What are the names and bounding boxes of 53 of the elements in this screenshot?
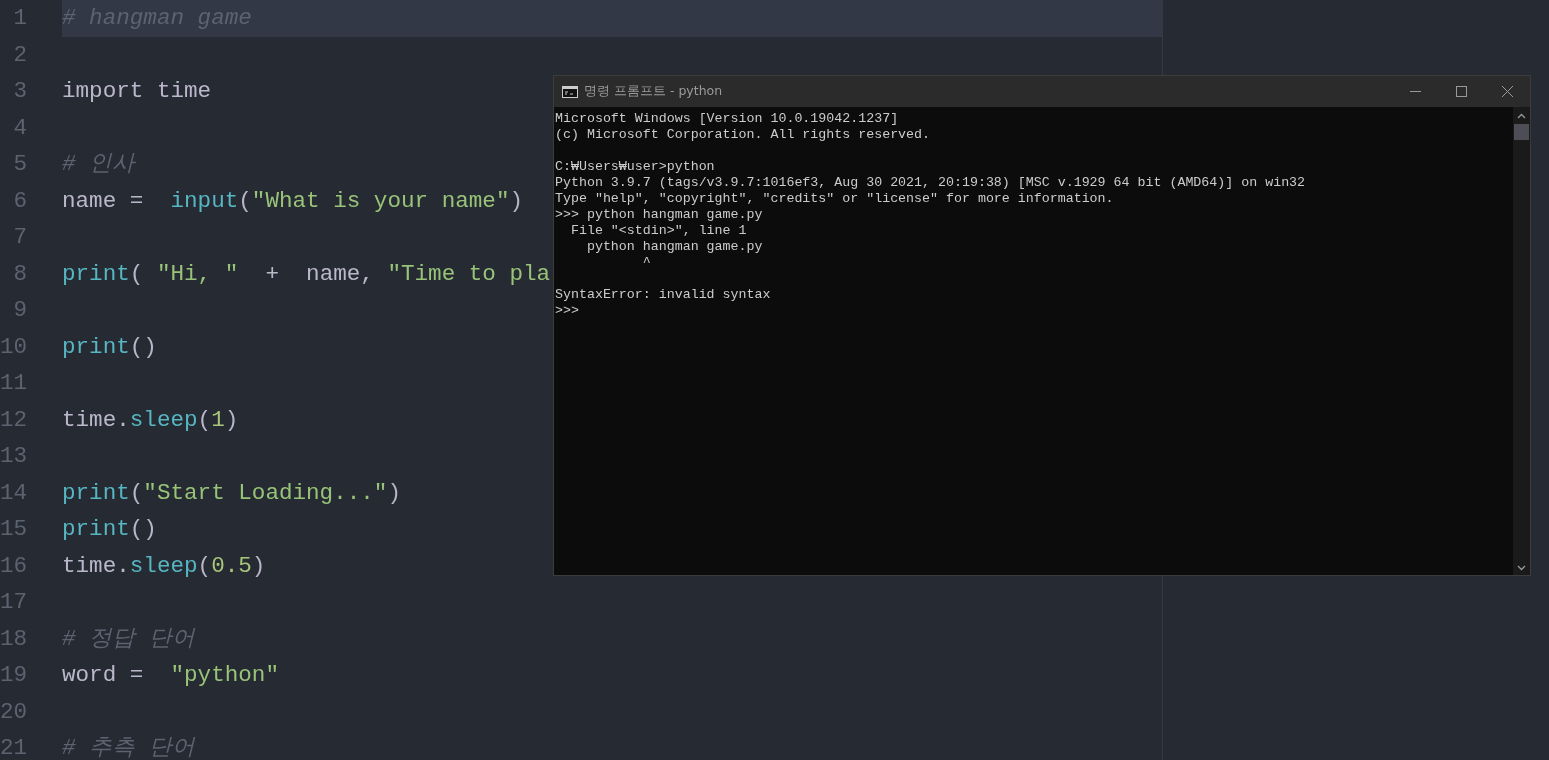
console-line: (c) Microsoft Corporation. All rights reserved.: [555, 127, 932, 143]
console-line: C:₩Users₩user>python: [555, 159, 716, 175]
minimize-icon[interactable]: [1409, 91, 1421, 92]
code-line: print(): [62, 516, 157, 542]
line-number: 6: [12, 186, 27, 216]
code-line: name = input("What is your name"): [62, 187, 523, 214]
console-line: Type "help", "copyright", "credits" or "license" for more information.: [555, 191, 1115, 207]
console-line: >>>: [555, 303, 580, 319]
line-number: 3: [12, 77, 27, 106]
console-line: >>> python hangman game.py: [555, 207, 764, 223]
line-number: 1: [12, 4, 27, 33]
console-line: ^: [641, 255, 652, 271]
line-number: 5: [12, 150, 27, 179]
scroll-thumb[interactable]: [1514, 124, 1529, 140]
line-number: 12: [0, 405, 27, 435]
close-icon[interactable]: [1501, 86, 1513, 97]
code-line: # 정답 단어: [62, 625, 195, 652]
code-line: # 인사: [62, 151, 136, 177]
code-line: print( "Hi, " + name, "Time to pla: [62, 260, 551, 287]
line-number: 20: [0, 697, 27, 727]
scroll-up-icon[interactable]: [1517, 113, 1526, 119]
console-line: SyntaxError: invalid syntax: [555, 287, 772, 303]
maximize-icon[interactable]: [1455, 86, 1467, 97]
line-number: 13: [0, 442, 27, 471]
line-number: 11: [0, 369, 27, 398]
line-number: 2: [12, 40, 27, 70]
line-number: 10: [0, 332, 27, 362]
code-line: time.sleep(0.5): [62, 552, 266, 579]
code-line: print(): [62, 333, 157, 360]
console-line: File "<stdin>", line 1: [569, 223, 748, 239]
console-line: Python 3.9.7 (tags/v3.9.7:1016ef3, Aug 30 2021, 20:19:38) [MSC v.1929 64 bit (AMD64)] on win32: [555, 175, 1307, 191]
code-line: import time: [62, 78, 212, 104]
code-line: print("Start Loading..."): [62, 479, 401, 506]
code-line: time.sleep(1): [62, 406, 239, 433]
code-line: word = "python": [62, 662, 279, 688]
line-number: 9: [12, 296, 27, 325]
line-number: 4: [12, 113, 27, 143]
terminal-icon: [562, 85, 578, 98]
line-number: 17: [0, 588, 27, 617]
line-number: 15: [0, 515, 27, 544]
line-number: 21: [0, 734, 27, 760]
line-number: 19: [0, 661, 27, 690]
code-line: # 추측 단어: [62, 735, 195, 760]
line-number: 18: [0, 624, 27, 654]
scrollbar[interactable]: [1513, 107, 1530, 575]
console-line: python hangman game.py: [585, 239, 764, 255]
scroll-down-icon[interactable]: [1517, 565, 1526, 571]
window-title: 명령 프롬프트 - python: [584, 82, 723, 101]
line-number: 7: [12, 223, 27, 252]
console-line: Microsoft Windows [Version 10.0.19042.1237]: [555, 111, 900, 127]
line-number: 14: [0, 478, 27, 508]
line-number: 8: [12, 259, 27, 289]
line-number: 16: [0, 551, 27, 581]
